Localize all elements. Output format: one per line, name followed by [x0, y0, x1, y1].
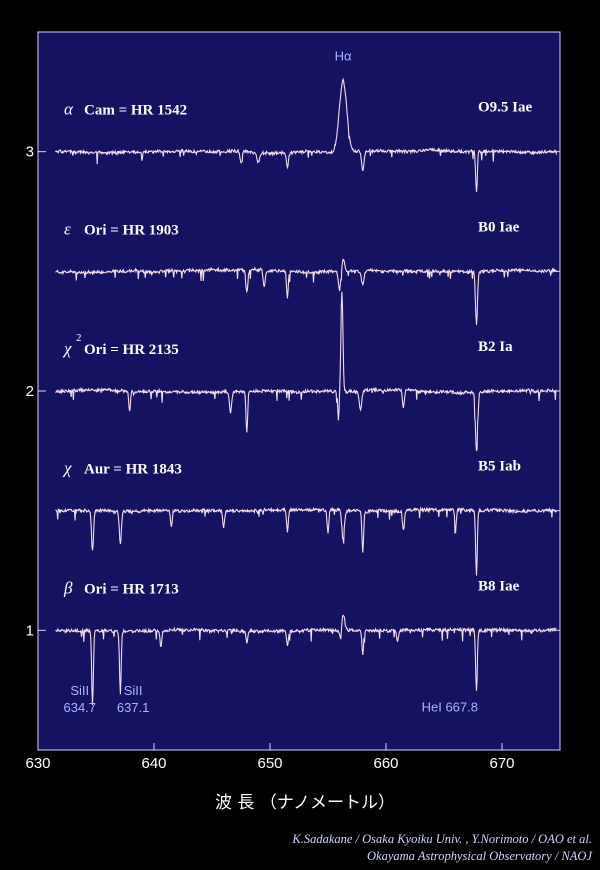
series-greek-letter: χ — [62, 459, 72, 478]
series-spectral-type: B0 Iae — [478, 219, 520, 235]
annotation-label: HeI 667.8 — [422, 700, 478, 715]
x-tick-label: 660 — [373, 755, 398, 772]
series-spectral-type: B2 Ia — [478, 339, 513, 355]
x-axis-label: 波 長 （ナノメートル） — [215, 793, 395, 813]
series-greek-letter: χ — [62, 339, 72, 358]
series-spectral-type: O9.5 Iae — [478, 100, 533, 116]
series-greek-letter: α — [64, 100, 74, 119]
series-superscript: 2 — [76, 332, 82, 344]
series-spectral-type: B5 Iab — [478, 459, 521, 475]
annotation-label: Hα — [335, 49, 352, 64]
x-tick-label: 650 — [257, 755, 282, 772]
series-spectral-type: B8 Iae — [478, 578, 520, 594]
y-tick-label: 2 — [26, 383, 34, 400]
x-tick-label: 640 — [141, 755, 166, 772]
series-star-name: Ori = HR 1903 — [84, 222, 179, 238]
series-star-name: Aur = HR 1843 — [84, 462, 182, 478]
spectra-chart: 630 640 650 660 670 1 2 3 α Cam = HR 1542 O9.5 Ia… — [25, 31, 561, 813]
series-greek-letter: β — [63, 578, 73, 597]
credit-line-1: K.Sadakane / Osaka Kyoiku Univ. , Y.Nori… — [292, 832, 592, 846]
series-star-name: Cam = HR 1542 — [84, 103, 187, 119]
series-star-name: Ori = HR 1713 — [84, 581, 179, 597]
credit-line-2: Okayama Astrophysical Observatory / NAOJ — [367, 849, 592, 863]
series-greek-letter: ε — [64, 219, 71, 238]
y-tick-label: 3 — [26, 144, 34, 161]
x-tick-label: 670 — [489, 755, 514, 772]
series-star-name: Ori = HR 2135 — [84, 342, 179, 358]
x-tick-label: 630 — [25, 755, 50, 772]
y-tick-label: 1 — [26, 622, 34, 639]
